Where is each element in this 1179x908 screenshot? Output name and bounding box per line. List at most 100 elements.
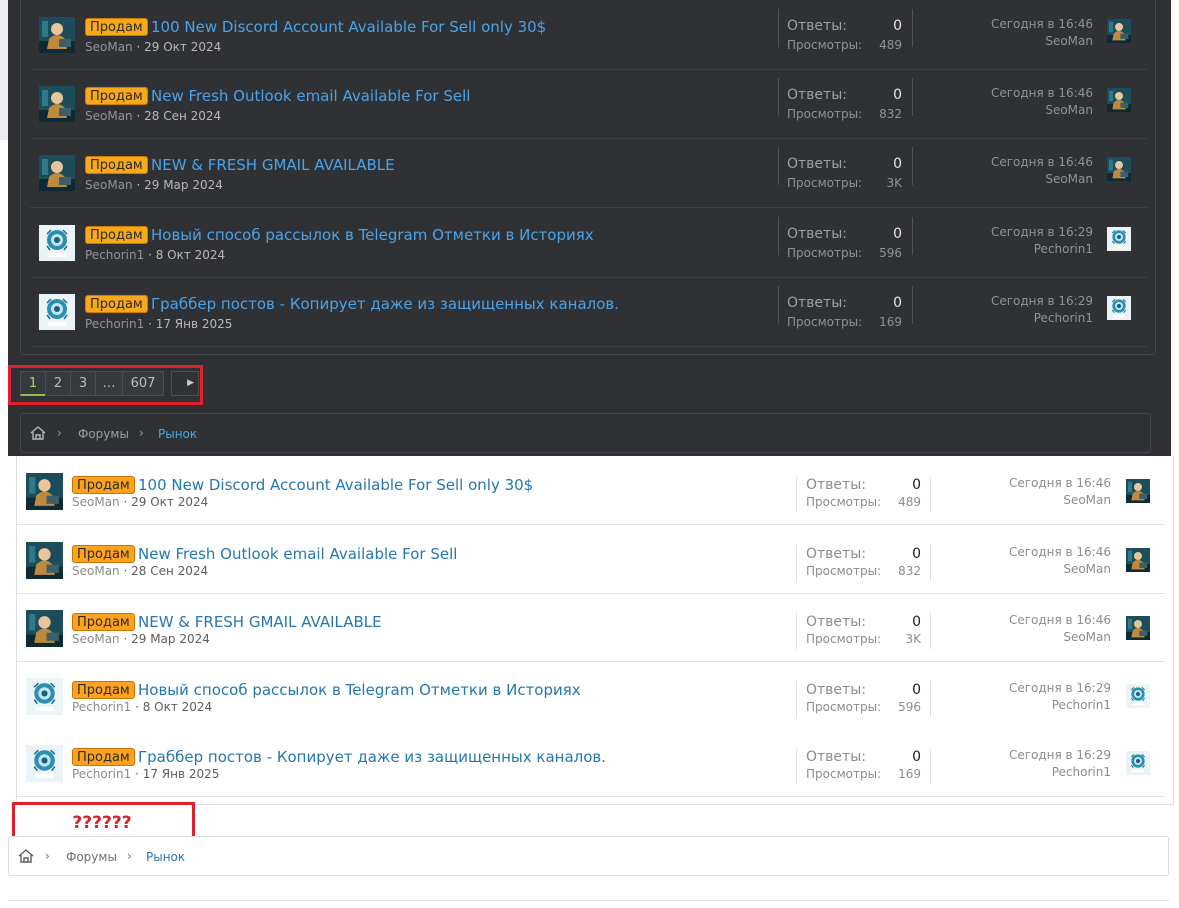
thread-start-date[interactable]: 28 Сен 2024 bbox=[144, 109, 221, 123]
last-poster-avatar[interactable] bbox=[1107, 157, 1131, 181]
last-post-time[interactable]: Сегодня в 16:46 bbox=[950, 16, 1093, 32]
thread-author-link[interactable]: Pechorin1 bbox=[85, 248, 144, 262]
home-icon[interactable] bbox=[29, 425, 47, 441]
last-post-time[interactable]: Сегодня в 16:29 bbox=[950, 293, 1093, 309]
thread-row: Продам Новый способ рассылок в Telegram О… bbox=[30, 209, 1147, 278]
thread-meta: Pechorin1 · 8 Окт 2024 bbox=[72, 700, 213, 714]
thread-author-link[interactable]: SeoMan bbox=[72, 632, 120, 646]
breadcrumb-forums[interactable]: Форумы bbox=[78, 426, 129, 442]
author-avatar[interactable] bbox=[39, 225, 75, 261]
last-post-user[interactable]: SeoMan bbox=[950, 171, 1093, 187]
thread-prefix-badge[interactable]: Продам bbox=[85, 18, 148, 36]
last-post-time[interactable]: Сегодня в 16:46 bbox=[967, 544, 1111, 560]
thread-author-link[interactable]: Pechorin1 bbox=[72, 700, 131, 714]
thread-title-link[interactable]: Граббер постов - Копирует даже из защище… bbox=[151, 294, 619, 314]
thread-start-date[interactable]: 29 Окт 2024 bbox=[131, 495, 208, 509]
thread-prefix-badge[interactable]: Продам bbox=[85, 87, 148, 105]
last-poster-avatar[interactable] bbox=[1126, 751, 1150, 775]
divider bbox=[930, 748, 931, 784]
last-post-time[interactable]: Сегодня в 16:29 bbox=[967, 747, 1111, 763]
thread-prefix-badge[interactable]: Продам bbox=[85, 156, 148, 174]
last-post-time[interactable]: Сегодня в 16:46 bbox=[950, 85, 1093, 101]
divider bbox=[912, 286, 913, 324]
author-avatar[interactable] bbox=[26, 678, 63, 715]
last-post-time[interactable]: Сегодня в 16:46 bbox=[967, 612, 1111, 628]
thread-title-link[interactable]: NEW & FRESH GMAIL AVAILABLE bbox=[151, 155, 395, 175]
breadcrumb-market[interactable]: Рынок bbox=[146, 849, 185, 865]
thread-prefix-badge[interactable]: Продам bbox=[72, 545, 135, 563]
thread-title-link[interactable]: Граббер постов - Копирует даже из защище… bbox=[138, 747, 606, 767]
last-post-time[interactable]: Сегодня в 16:29 bbox=[967, 680, 1111, 696]
thread-start-date[interactable]: 8 Окт 2024 bbox=[143, 700, 213, 714]
last-poster-avatar[interactable] bbox=[1126, 616, 1150, 640]
thread-meta: Pechorin1 · 17 Янв 2025 bbox=[85, 317, 233, 331]
author-avatar[interactable] bbox=[26, 745, 63, 782]
last-post-time[interactable]: Сегодня в 16:29 bbox=[950, 224, 1093, 240]
author-avatar[interactable] bbox=[39, 155, 75, 191]
thread-start-date[interactable]: 29 Мар 2024 bbox=[144, 178, 223, 192]
last-post-time[interactable]: Сегодня в 16:46 bbox=[950, 154, 1093, 170]
thread-author-link[interactable]: Pechorin1 bbox=[85, 317, 144, 331]
author-avatar[interactable] bbox=[26, 542, 63, 579]
footer-divider bbox=[8, 900, 1169, 901]
last-poster-avatar[interactable] bbox=[1107, 88, 1131, 112]
views-count: 3K bbox=[905, 632, 921, 646]
page-edge bbox=[0, 0, 8, 140]
home-icon[interactable] bbox=[17, 848, 35, 864]
thread-title-link[interactable]: New Fresh Outlook email Available For Se… bbox=[138, 544, 457, 564]
last-post-user[interactable]: Pechorin1 bbox=[950, 241, 1093, 257]
breadcrumb: › Форумы › Рынок bbox=[20, 413, 1151, 453]
author-avatar[interactable] bbox=[39, 17, 75, 53]
views-count: 169 bbox=[879, 315, 902, 329]
last-poster-avatar[interactable] bbox=[1107, 19, 1131, 43]
thread-start-date[interactable]: 29 Окт 2024 bbox=[144, 40, 221, 54]
thread-author-link[interactable]: SeoMan bbox=[85, 178, 133, 192]
last-post-user[interactable]: Pechorin1 bbox=[950, 310, 1093, 326]
thread-title-link[interactable]: Новый способ рассылок в Telegram Отметки… bbox=[151, 225, 594, 245]
last-post-user[interactable]: Pechorin1 bbox=[967, 764, 1111, 780]
thread-author-link[interactable]: SeoMan bbox=[72, 495, 120, 509]
thread-author-link[interactable]: SeoMan bbox=[85, 109, 133, 123]
last-post-time[interactable]: Сегодня в 16:46 bbox=[967, 475, 1111, 491]
last-post-user[interactable]: SeoMan bbox=[967, 492, 1111, 508]
last-poster-avatar[interactable] bbox=[1126, 548, 1150, 572]
views-count: 489 bbox=[879, 38, 902, 52]
divider bbox=[912, 78, 913, 116]
thread-title-link[interactable]: Новый способ рассылок в Telegram Отметки… bbox=[138, 680, 581, 700]
last-post-user[interactable]: Pechorin1 bbox=[967, 697, 1111, 713]
thread-start-date[interactable]: 17 Янв 2025 bbox=[143, 767, 220, 781]
thread-start-date[interactable]: 8 Окт 2024 bbox=[156, 248, 226, 262]
last-poster-avatar[interactable] bbox=[1126, 479, 1150, 503]
author-avatar[interactable] bbox=[26, 473, 63, 510]
last-post-user[interactable]: SeoMan bbox=[967, 561, 1111, 577]
author-avatar[interactable] bbox=[26, 610, 63, 647]
thread-prefix-badge[interactable]: Продам bbox=[85, 295, 148, 313]
last-poster-avatar[interactable] bbox=[1107, 296, 1131, 320]
thread-author-link[interactable]: Pechorin1 bbox=[72, 767, 131, 781]
last-poster-avatar[interactable] bbox=[1126, 684, 1150, 708]
breadcrumb-market[interactable]: Рынок bbox=[158, 426, 197, 442]
thread-author-link[interactable]: SeoMan bbox=[72, 564, 120, 578]
divider bbox=[796, 545, 797, 581]
thread-start-date[interactable]: 17 Янв 2025 bbox=[156, 317, 233, 331]
thread-title-link[interactable]: New Fresh Outlook email Available For Se… bbox=[151, 86, 470, 106]
thread-start-date[interactable]: 29 Мар 2024 bbox=[131, 632, 210, 646]
author-avatar[interactable] bbox=[39, 86, 75, 122]
thread-prefix-badge[interactable]: Продам bbox=[85, 226, 148, 244]
last-poster-avatar[interactable] bbox=[1107, 227, 1131, 251]
thread-prefix-badge[interactable]: Продам bbox=[72, 681, 135, 699]
thread-start-date[interactable]: 28 Сен 2024 bbox=[131, 564, 208, 578]
divider bbox=[930, 613, 931, 649]
breadcrumb-forums[interactable]: Форумы bbox=[66, 849, 117, 865]
thread-author-link[interactable]: SeoMan bbox=[85, 40, 133, 54]
thread-title-link[interactable]: NEW & FRESH GMAIL AVAILABLE bbox=[138, 612, 382, 632]
last-post-user[interactable]: SeoMan bbox=[950, 102, 1093, 118]
thread-title-link[interactable]: 100 New Discord Account Available For Se… bbox=[138, 475, 533, 495]
thread-prefix-badge[interactable]: Продам bbox=[72, 476, 135, 494]
thread-title-link[interactable]: 100 New Discord Account Available For Se… bbox=[151, 17, 546, 37]
author-avatar[interactable] bbox=[39, 294, 75, 330]
last-post-user[interactable]: SeoMan bbox=[967, 629, 1111, 645]
thread-prefix-badge[interactable]: Продам bbox=[72, 748, 135, 766]
thread-prefix-badge[interactable]: Продам bbox=[72, 613, 135, 631]
last-post-user[interactable]: SeoMan bbox=[950, 33, 1093, 49]
